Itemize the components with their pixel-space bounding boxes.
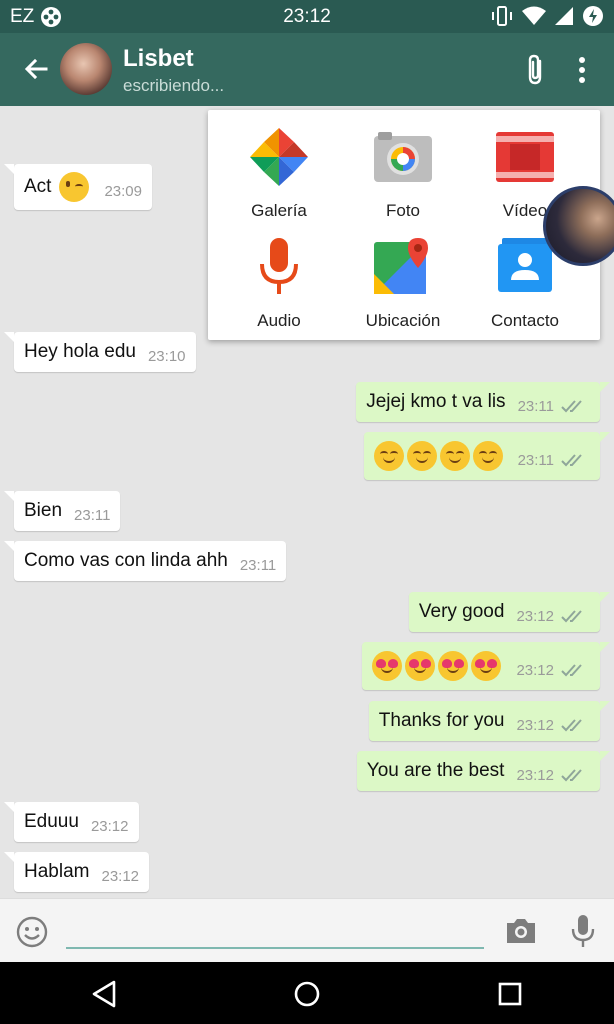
message-incoming[interactable]: Hey hola edu 23:10 <box>4 332 196 372</box>
microphone-icon[interactable] <box>569 913 597 949</box>
message-text: Act <box>24 176 52 197</box>
message-outgoing[interactable]: You are the best 23:12 <box>356 751 611 791</box>
message-time: 23:12 <box>516 716 554 734</box>
smile-emoji-icon <box>472 441 503 471</box>
signal-icon <box>555 7 573 25</box>
message-text: Hey hola edu <box>24 341 136 362</box>
attach-gallery-option[interactable]: Galería <box>214 124 344 221</box>
double-check-icon <box>561 610 582 623</box>
message-incoming[interactable]: Como vas con linda ahh 23:11 <box>3 541 287 581</box>
message-time: 23:11 <box>74 506 111 524</box>
message-time: 23:11 <box>517 397 554 415</box>
gallery-icon <box>250 128 308 186</box>
heart-eyes-emoji-icon <box>438 651 469 681</box>
double-check-icon <box>561 769 582 782</box>
message-composer <box>0 898 614 962</box>
message-outgoing[interactable]: 23:12 <box>362 642 610 690</box>
attach-option-label: Foto <box>385 201 421 220</box>
wink-emoji-icon <box>59 172 90 202</box>
heart-eyes-emoji-icon <box>405 651 436 681</box>
system-navigation-bar <box>0 962 614 1024</box>
double-check-icon <box>561 454 582 467</box>
attach-option-label: Galería <box>251 201 307 220</box>
double-check-icon <box>561 719 582 732</box>
attach-location-option[interactable]: Ubicación <box>338 234 468 331</box>
message-time: 23:12 <box>516 661 554 679</box>
smile-emoji-icon <box>406 441 437 471</box>
message-time: 23:11 <box>517 451 554 469</box>
message-time: 23:11 <box>239 556 277 574</box>
nav-recents-icon[interactable] <box>494 978 526 1010</box>
status-right <box>490 5 604 27</box>
paperclip-icon[interactable] <box>522 53 550 87</box>
wifi-icon <box>522 6 546 25</box>
smile-emoji-icon <box>373 441 404 471</box>
message-text: Thanks for you <box>378 710 505 731</box>
contact-avatar[interactable] <box>60 43 112 95</box>
message-incoming[interactable]: Eduuu 23:12 <box>4 802 139 842</box>
double-check-icon <box>561 400 582 413</box>
attachment-menu: Galería Foto Vídeo Audio Ubicación Conta… <box>208 110 600 340</box>
camera-icon[interactable] <box>504 915 538 947</box>
video-icon <box>496 132 554 182</box>
message-outgoing[interactable]: Thanks for you 23:12 <box>368 701 611 741</box>
message-time: 23:12 <box>101 867 140 885</box>
back-arrow-icon[interactable] <box>20 53 52 85</box>
message-text: Como vas con linda ahh <box>24 550 228 571</box>
message-time: 23:09 <box>104 182 142 200</box>
nav-back-icon[interactable] <box>88 978 120 1010</box>
message-outgoing[interactable]: 23:11 <box>363 432 611 480</box>
message-text: Eduuu <box>24 811 79 832</box>
chat-header: Lisbet escribiendo... <box>0 33 614 106</box>
heart-eyes-emoji-icon <box>372 651 403 681</box>
message-incoming[interactable]: Act 23:09 <box>4 164 152 210</box>
message-incoming[interactable]: Hablam 23:12 <box>3 852 150 892</box>
emoji-icon[interactable] <box>16 916 48 948</box>
message-outgoing[interactable]: Jejej kmo t va lis 23:11 <box>356 382 610 422</box>
attach-photo-option[interactable]: Foto <box>338 124 468 221</box>
message-incoming[interactable]: Bien 23:11 <box>3 491 121 531</box>
attach-option-label: Audio <box>257 311 301 330</box>
message-time: 23:12 <box>90 817 129 835</box>
status-bar: EZ 23:12 <box>0 0 614 33</box>
vibrate-icon <box>492 6 512 26</box>
contact-status: escribiendo... <box>123 76 225 95</box>
message-text: You are the best <box>366 760 505 781</box>
message-text: Bien <box>24 500 63 521</box>
message-outgoing[interactable]: Very good 23:12 <box>408 592 611 632</box>
microphone-icon <box>260 238 298 294</box>
attach-option-label: Contacto <box>490 311 560 330</box>
contact-name[interactable]: Lisbet <box>123 45 194 73</box>
message-text: Hablam <box>24 861 90 882</box>
more-options-icon[interactable] <box>570 55 594 85</box>
message-input[interactable] <box>66 911 484 949</box>
attach-option-label: Ubicación <box>365 311 441 330</box>
message-text: Jejej kmo t va lis <box>366 391 506 412</box>
smile-emoji-icon <box>439 441 470 471</box>
double-check-icon <box>561 664 582 677</box>
camera-icon <box>374 132 432 182</box>
attach-audio-option[interactable]: Audio <box>214 234 344 331</box>
message-text: Very good <box>418 601 505 622</box>
chat-head-avatar[interactable] <box>543 186 614 266</box>
nav-home-icon[interactable] <box>291 978 323 1010</box>
battery-saver-icon <box>583 6 603 26</box>
location-icon <box>374 238 428 294</box>
message-time: 23:12 <box>516 766 554 784</box>
message-time: 23:10 <box>147 347 186 365</box>
message-time: 23:12 <box>516 607 554 625</box>
heart-eyes-emoji-icon <box>471 651 502 681</box>
